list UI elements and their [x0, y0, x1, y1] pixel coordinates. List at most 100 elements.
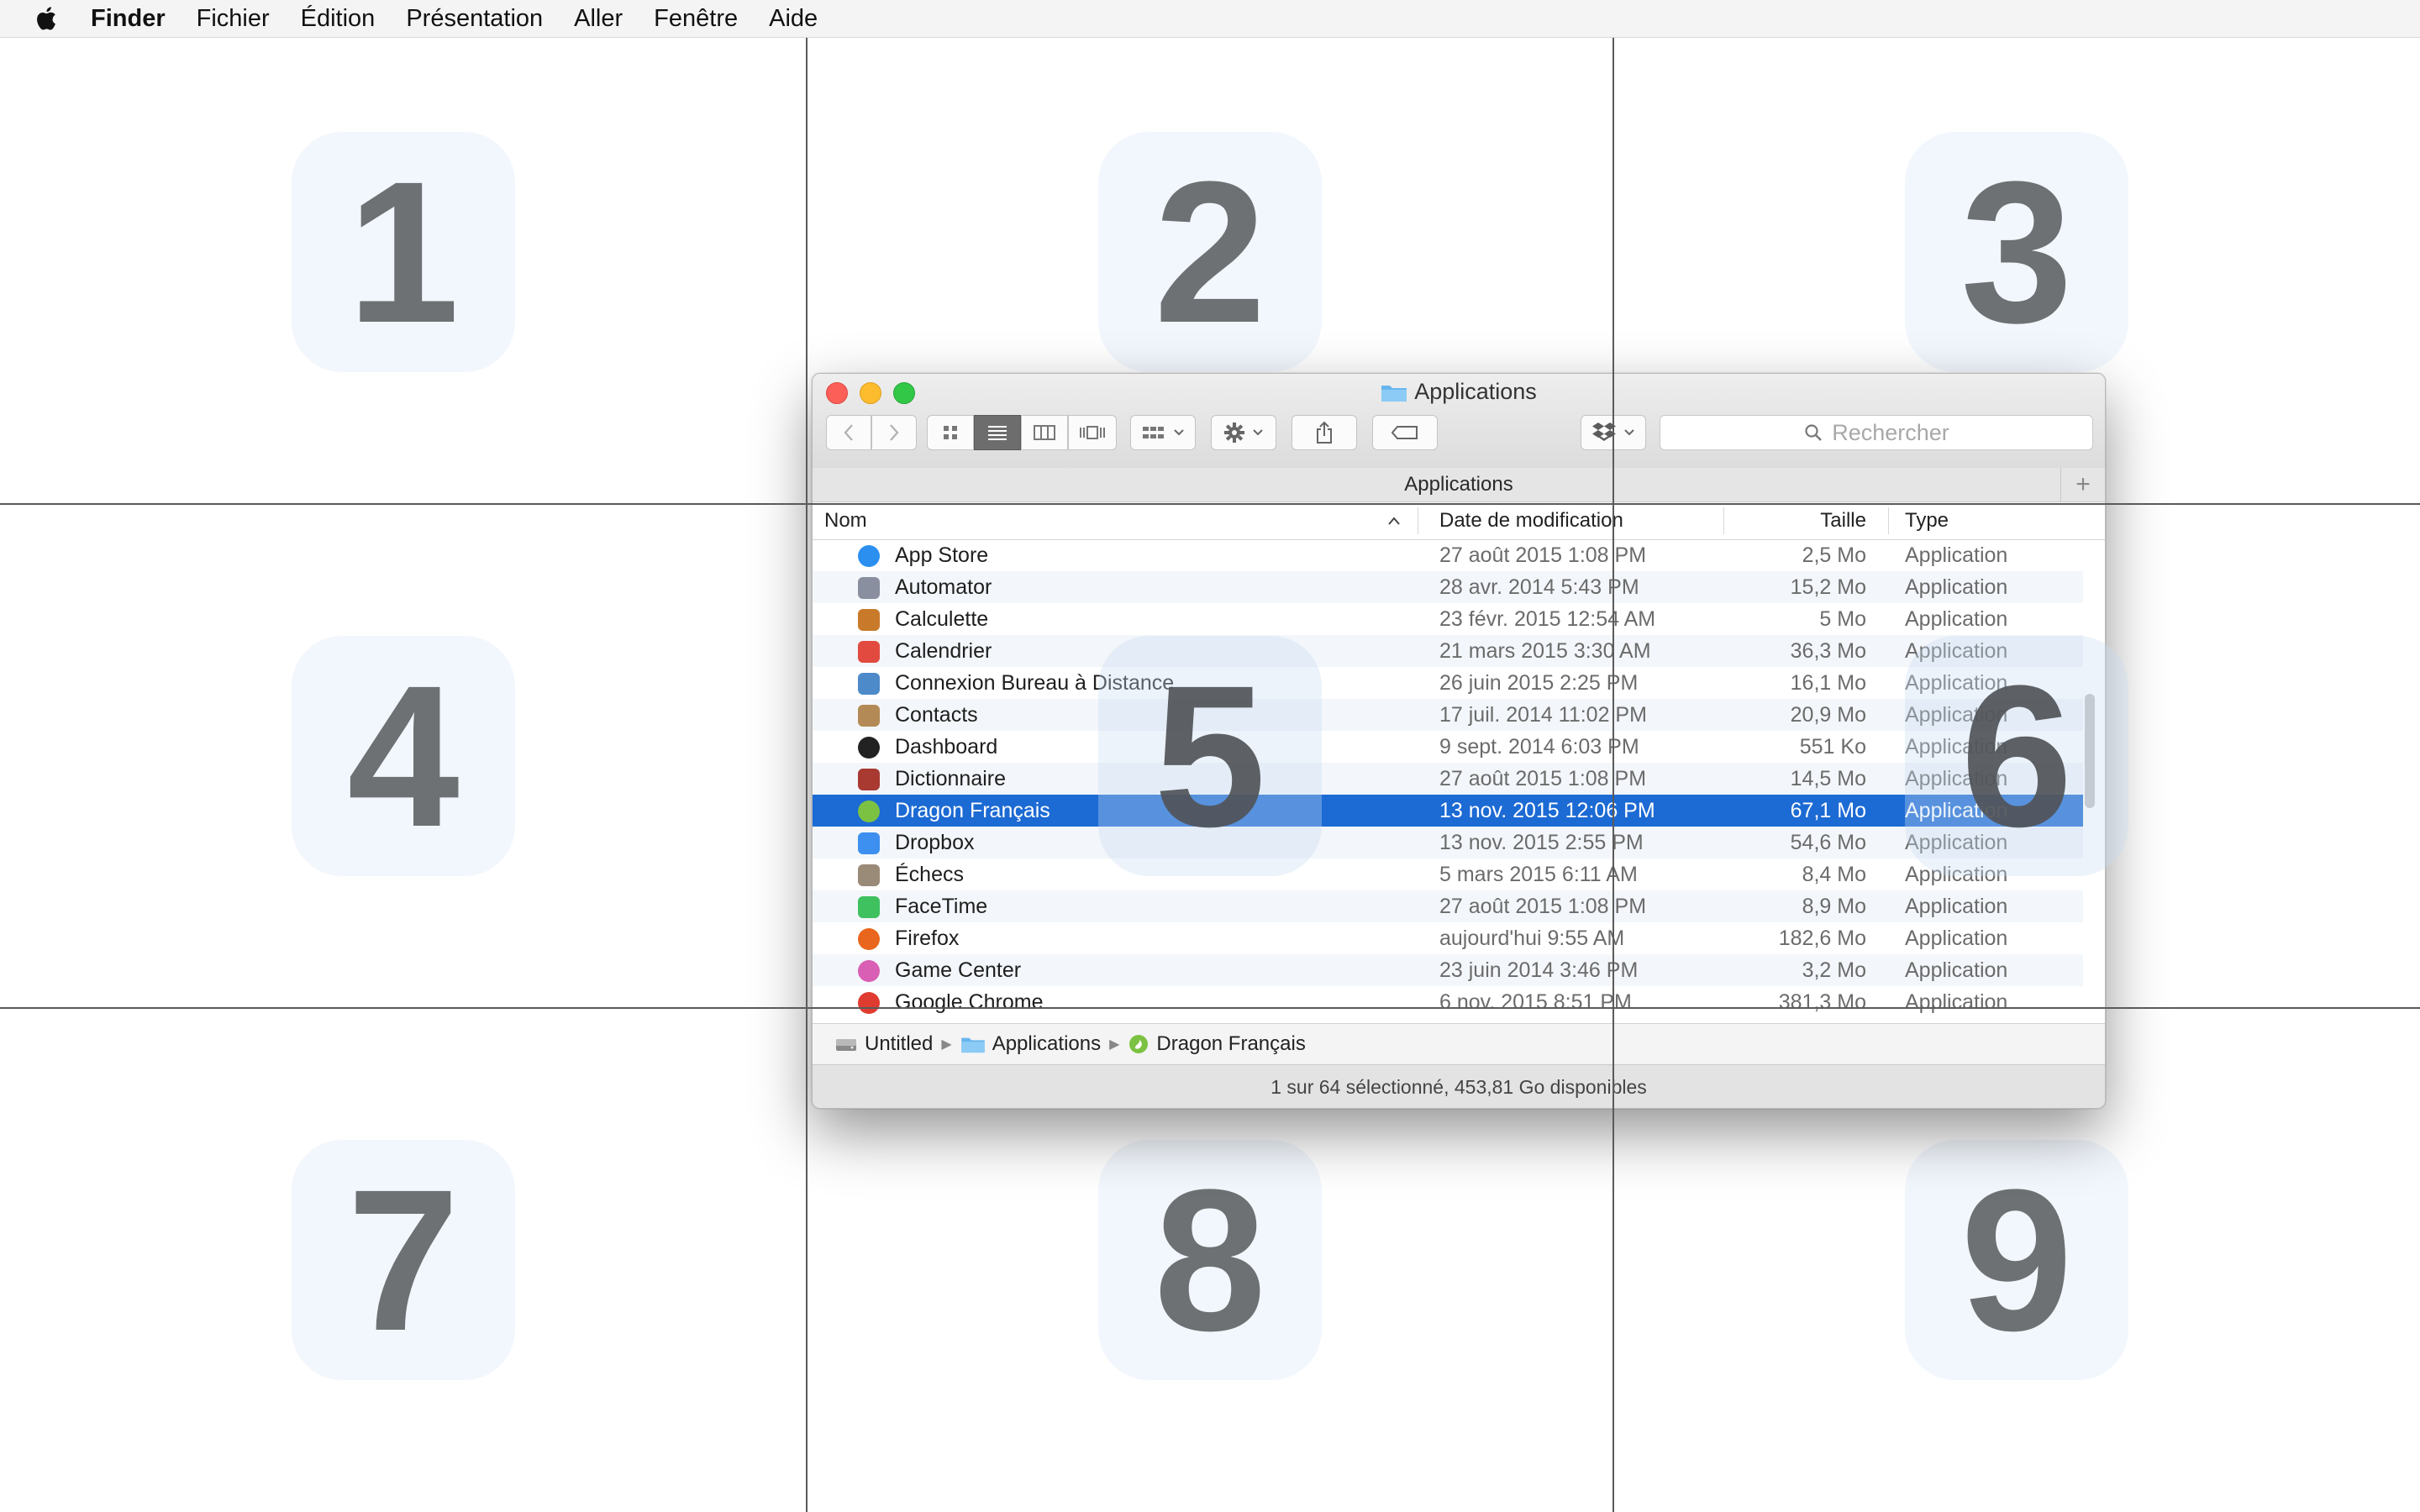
file-row[interactable]: Dictionnaire 27 août 2015 1:08 PM 14,5 Mo A… [813, 763, 2083, 795]
file-date: 26 juin 2015 2:25 PM [1439, 671, 1639, 695]
file-name: Game Center [895, 958, 1022, 982]
file-date: 21 mars 2015 3:30 AM [1439, 639, 1651, 663]
menu-finder[interactable]: Finder [91, 5, 166, 33]
chevron-left-icon [844, 424, 853, 441]
list-view-button[interactable] [974, 415, 1021, 450]
file-row[interactable]: App Store 27 août 2015 1:08 PM 2,5 Mo Appli… [813, 539, 2083, 571]
status-text: 1 sur 64 sélectionné, 453,81 Go disponib… [1270, 1075, 1647, 1098]
column-header-size[interactable]: Taille [1653, 502, 1866, 539]
file-date: 27 août 2015 1:08 PM [1439, 543, 1647, 567]
zone-8[interactable]: 8 [1098, 1140, 1322, 1380]
file-row[interactable]: Dropbox 13 nov. 2015 2:55 PM 54,6 Mo Applic… [813, 827, 2083, 858]
grid-line-horizontal [0, 1007, 2420, 1009]
file-row[interactable]: Contacts 17 juil. 2014 11:02 PM 20,9 Mo App… [813, 699, 2083, 731]
chevron-down-icon [1174, 429, 1184, 436]
column-header-type[interactable]: Type [1905, 502, 1949, 539]
file-size: 54,6 Mo [1790, 831, 1866, 854]
file-type: Application [1905, 607, 2008, 631]
path-separator-icon: ▶ [941, 1037, 952, 1052]
file-row[interactable]: Dragon Français 13 nov. 2015 12:06 PM 67,1… [813, 795, 2083, 827]
file-type: Application [1905, 543, 2008, 567]
list-icon [988, 426, 1007, 440]
search-icon [1805, 424, 1823, 441]
menu-fichier[interactable]: Fichier [197, 5, 270, 33]
file-name: Échecs [895, 863, 964, 886]
menu-aide[interactable]: Aide [769, 5, 818, 33]
file-size: 2,5 Mo [1802, 543, 1866, 567]
file-type: Application [1905, 895, 2008, 918]
chevron-right-icon [890, 424, 899, 441]
file-name: Dictionnaire [895, 767, 1007, 790]
file-size: 3,2 Mo [1802, 958, 1866, 982]
file-size: 381,3 Mo [1778, 990, 1866, 1014]
file-row[interactable]: Calculette 23 févr. 2015 12:54 AM 5 Mo Appl… [813, 603, 2083, 635]
zone-7[interactable]: 7 [292, 1140, 515, 1380]
file-date: 23 juin 2014 3:46 PM [1439, 958, 1639, 982]
file-date: 6 nov. 2015 8:51 PM [1439, 990, 1632, 1014]
zone-3[interactable]: 3 [1905, 132, 2128, 372]
arrange-button[interactable] [1130, 415, 1196, 450]
path-item-dragon[interactable]: Dragon Français [1128, 1032, 1306, 1056]
contacts-icon [858, 705, 880, 727]
file-name: Calendrier [895, 639, 992, 663]
zone-9[interactable]: 9 [1905, 1140, 2128, 1380]
file-row[interactable]: Calendrier 21 mars 2015 3:30 AM 36,3 Mo App… [813, 635, 2083, 667]
file-name: Google Chrome [895, 990, 1044, 1014]
chrome-icon [858, 992, 880, 1014]
search-field[interactable]: Rechercher [1660, 415, 2093, 450]
file-row[interactable]: Game Center 23 juin 2014 3:46 PM 3,2 Mo App… [813, 954, 2083, 986]
file-row[interactable]: Échecs 5 mars 2015 6:11 AM 8,4 Mo Applicati… [813, 858, 2083, 890]
path-item-untitled[interactable]: Untitled [834, 1032, 933, 1056]
file-size: 67,1 Mo [1790, 799, 1866, 822]
path-item-applications[interactable]: Applications [960, 1032, 1101, 1056]
column-header-name[interactable]: Nom [824, 502, 867, 539]
zone-6[interactable]: 6 [1905, 636, 2128, 876]
tab-applications[interactable]: Applications [1404, 473, 1512, 496]
file-size: 16,1 Mo [1790, 671, 1866, 695]
share-icon [1317, 421, 1332, 444]
columns-icon [1034, 425, 1055, 440]
file-date: 9 sept. 2014 6:03 PM [1439, 735, 1639, 759]
cover-flow-button[interactable] [1068, 415, 1117, 450]
file-size: 182,6 Mo [1778, 927, 1866, 950]
icon-view-button[interactable] [927, 415, 974, 450]
action-button[interactable] [1211, 415, 1276, 450]
file-row[interactable]: Connexion Bureau à Distance 26 juin 2015 … [813, 667, 2083, 699]
chevron-down-icon [1253, 429, 1263, 436]
new-tab-button[interactable]: + [2060, 468, 2105, 501]
file-size: 8,4 Mo [1802, 863, 1866, 886]
gear-icon [1224, 423, 1244, 443]
file-row[interactable]: Google Chrome 6 nov. 2015 8:51 PM 381,3 Mo… [813, 986, 2083, 1018]
cover-flow-icon [1080, 426, 1105, 439]
file-name: App Store [895, 543, 989, 567]
menu-presentation[interactable]: Présentation [406, 5, 543, 33]
firefox-icon [858, 928, 880, 950]
forward-button[interactable] [871, 415, 917, 450]
zone-4[interactable]: 4 [292, 636, 515, 876]
file-date: 13 nov. 2015 12:06 PM [1439, 799, 1655, 822]
file-name: Dashboard [895, 735, 998, 759]
file-row[interactable]: Automator 28 avr. 2014 5:43 PM 15,2 Mo Appl… [813, 571, 2083, 603]
file-row[interactable]: Firefox aujourd'hui 9:55 AM 182,6 Mo Applic… [813, 922, 2083, 954]
file-type: Application [1905, 927, 2008, 950]
menu-aller[interactable]: Aller [574, 5, 623, 33]
zone-5[interactable]: 5 [1098, 636, 1322, 876]
grid-line-vertical [806, 0, 808, 1512]
search-placeholder: Rechercher [1832, 419, 1949, 445]
window-toolbar: Applications Rechercher [813, 374, 2105, 469]
column-header-date[interactable]: Date de modification [1439, 502, 1623, 539]
share-button[interactable] [1292, 415, 1357, 450]
hard-drive-icon [836, 1039, 856, 1051]
zone-1[interactable]: 1 [292, 132, 515, 372]
zone-2[interactable]: 2 [1098, 132, 1322, 372]
menu-fenetre[interactable]: Fenêtre [654, 5, 738, 33]
tags-button[interactable] [1372, 415, 1438, 450]
back-button[interactable] [826, 415, 871, 450]
column-view-button[interactable] [1021, 415, 1068, 450]
file-date: 17 juil. 2014 11:02 PM [1439, 703, 1647, 727]
apple-icon[interactable] [32, 3, 62, 34]
file-row[interactable]: FaceTime 27 août 2015 1:08 PM 8,9 Mo Applic… [813, 890, 2083, 922]
menu-edition[interactable]: Édition [301, 5, 376, 33]
file-size: 36,3 Mo [1790, 639, 1866, 663]
file-row[interactable]: Dashboard 9 sept. 2014 6:03 PM 551 Ko Appli… [813, 731, 2083, 763]
